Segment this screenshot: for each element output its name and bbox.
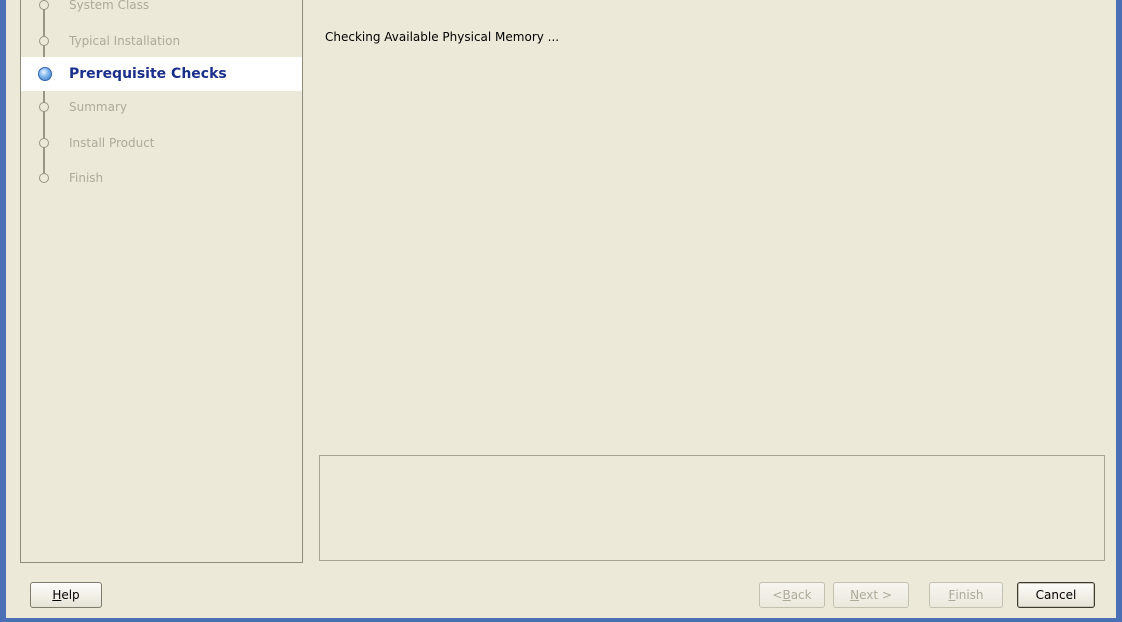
step-pending-icon [39, 138, 49, 148]
steps-panel: System Class Typical Installation Prereq… [20, 0, 303, 563]
button-bar: Help < Back Next > Finish Cancel [6, 563, 1116, 618]
main-content: Checking Available Physical Memory ... [303, 0, 1116, 563]
next-button[interactable]: Next > [833, 582, 909, 608]
step-label: Finish [69, 171, 104, 185]
step-finish: Finish [21, 162, 302, 194]
help-button[interactable]: Help [30, 582, 102, 608]
step-label: Prerequisite Checks [69, 66, 227, 82]
step-install-product: Install Product [21, 127, 302, 159]
details-textarea[interactable] [319, 455, 1105, 561]
step-summary: Summary [21, 91, 302, 123]
step-pending-icon [39, 102, 49, 112]
step-typical-installation: Typical Installation [21, 25, 302, 57]
step-label: System Class [69, 0, 150, 12]
step-prerequisite-checks: Prerequisite Checks [21, 57, 302, 91]
status-text: Checking Available Physical Memory ... [325, 30, 560, 44]
installer-window: System Class Typical Installation Prereq… [0, 0, 1122, 622]
back-button[interactable]: < Back [759, 582, 825, 608]
step-current-icon [38, 67, 52, 81]
step-completed-icon [39, 36, 49, 46]
finish-button[interactable]: Finish [929, 582, 1003, 608]
step-completed-icon [39, 0, 49, 10]
step-label: Typical Installation [69, 34, 181, 48]
step-label: Install Product [69, 136, 155, 150]
step-label: Summary [69, 100, 127, 114]
step-pending-icon [39, 173, 49, 183]
step-system-class: System Class [21, 0, 302, 16]
cancel-button[interactable]: Cancel [1017, 582, 1095, 608]
